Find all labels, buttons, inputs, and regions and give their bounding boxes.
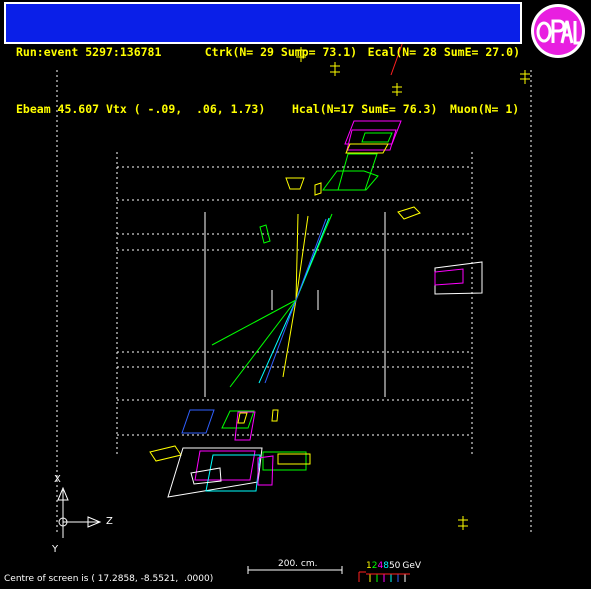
energy-legend: 1 2 4 8 50 GeV — [366, 561, 421, 571]
axis-y-label: Y — [52, 544, 59, 555]
ebeam-vtx-text: Ebeam 45.607 Vtx ( -.09, .06, 1.73) — [16, 102, 266, 116]
run-event-text: Run:event 5297:136781 — [16, 45, 162, 59]
axes-triad — [57, 486, 102, 538]
muon-text: Muon(N= 1) — [450, 102, 520, 116]
header-row-1: Run:event 5297:136781 Ctrk(N= 29 Sump= 7… — [16, 43, 520, 62]
header-row-2: Ebeam 45.607 Vtx ( -.09, .06, 1.73) Hcal… — [16, 100, 520, 119]
scale-label: 200. cm. — [278, 559, 318, 569]
axis-x-label: X — [54, 474, 61, 485]
hcal-text: Hcal(N=17 SumE= 76.3) — [292, 102, 438, 116]
energy-unit: GeV — [402, 561, 422, 571]
opal-logo — [531, 4, 585, 58]
energy-value-50: 50 — [388, 561, 401, 571]
axis-z-label: Z — [106, 516, 113, 527]
energy-scale-ticks — [358, 571, 410, 582]
ecal-text: Ecal(N= 28 SumE= 27.0) — [367, 45, 520, 59]
ctrk-text: Ctrk(N= 29 Sump= 73.1) — [204, 45, 358, 59]
centre-of-screen-text: Centre of screen is ( 17.2858, -8.5521, … — [4, 574, 214, 584]
event-info-panel: Run:event 5297:136781 Ctrk(N= 29 Sump= 7… — [4, 2, 522, 116]
lower-calorimeter-blocks — [149, 409, 311, 498]
upper-calorimeter-blocks — [259, 120, 483, 295]
